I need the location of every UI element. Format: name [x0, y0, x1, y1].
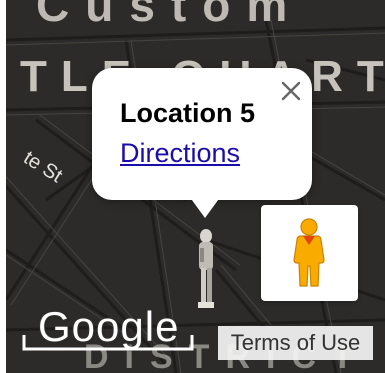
street-view-figure-marker[interactable]: [192, 226, 220, 312]
map-area-label-top: Custom: [36, 0, 304, 31]
street-view-pegman-button[interactable]: [261, 205, 358, 301]
pegman-icon: [293, 218, 325, 287]
close-button[interactable]: [278, 78, 304, 104]
info-window-pointer: [189, 196, 221, 218]
close-icon[interactable]: [278, 78, 304, 104]
info-window: Location 5 Directions: [92, 68, 312, 200]
terms-of-use-link[interactable]: Terms of Use: [218, 326, 373, 360]
location-title: Location 5: [120, 98, 256, 128]
map-frame: Custom TLE QUARTER DISTRICT te St Locati…: [0, 0, 385, 373]
logo-underline-bracket: [22, 335, 194, 351]
directions-link[interactable]: Directions: [120, 138, 240, 169]
